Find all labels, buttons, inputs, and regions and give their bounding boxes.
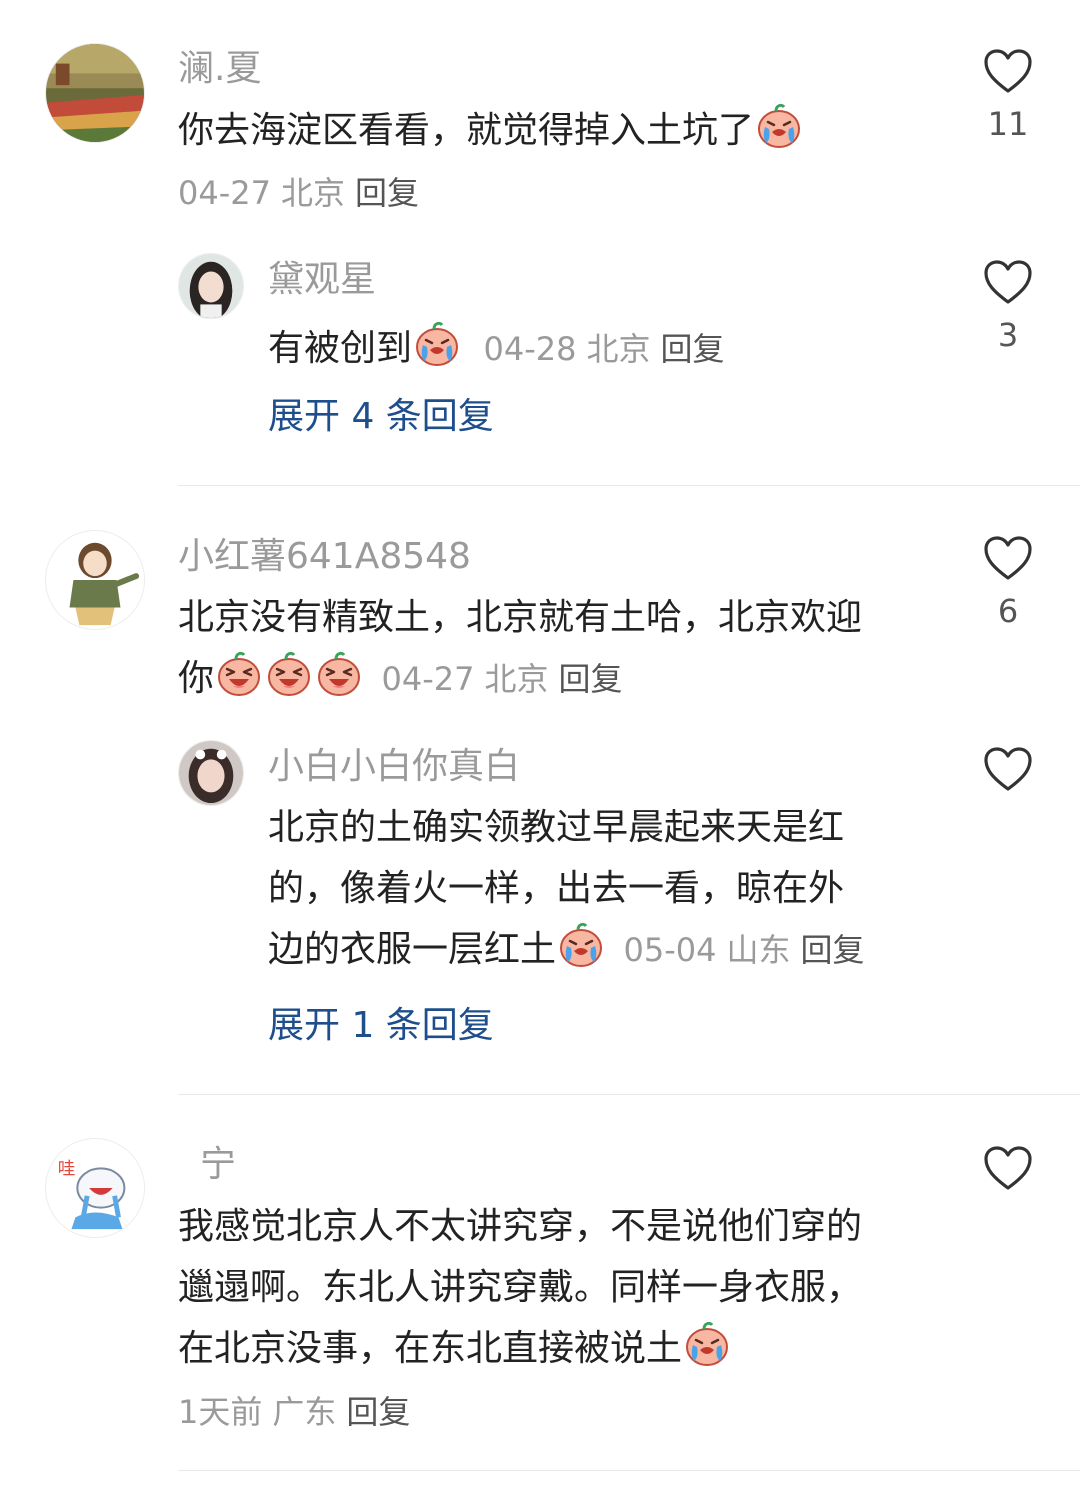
landscape-avatar-icon bbox=[46, 44, 144, 142]
username[interactable]: 宁 bbox=[200, 1143, 236, 1187]
reply-avatar[interactable] bbox=[178, 740, 244, 806]
comment-text: 我感觉北京人不太讲究穿，不是说他们穿的 邋遢啊。东北人讲究穿戴。同样一身衣服， … bbox=[178, 1196, 958, 1379]
crying-cartoon-avatar-icon: 哇 bbox=[46, 1139, 144, 1237]
laughing-face-emoji-icon bbox=[314, 648, 364, 698]
heart-icon bbox=[983, 746, 1033, 792]
reply-text-line: 边的衣服一层红土 05-04 山东 回复 bbox=[268, 919, 948, 981]
divider bbox=[178, 1094, 1080, 1095]
cartoon-girl-avatar-icon bbox=[46, 531, 144, 629]
comment-date: 04-27 bbox=[178, 174, 271, 212]
comment-text: 你去海淀区看看，就觉得掉入土坑了 bbox=[178, 100, 938, 161]
crying-face-emoji-icon bbox=[412, 318, 462, 368]
divider bbox=[178, 485, 1080, 486]
reply-text: 有被创到 04-28 北京 回复 bbox=[268, 318, 724, 371]
reply-button[interactable]: 回复 bbox=[558, 660, 622, 698]
like-button[interactable] bbox=[978, 1145, 1038, 1191]
reply-location: 山东 bbox=[726, 931, 791, 969]
reply-button[interactable]: 回复 bbox=[800, 931, 864, 969]
reply-date: 05-04 bbox=[623, 931, 717, 969]
reply-text-line: 北京的土确实领教过早晨起来天是红 bbox=[268, 807, 845, 848]
reply-text-line: 的，像着火一样，出去一看，晾在外 bbox=[268, 868, 845, 909]
comment-text-line: 你 04-27 北京 回复 bbox=[178, 648, 958, 710]
comment-text-line: 在北京没事，在东北直接被说土 bbox=[178, 1318, 958, 1379]
crying-face-emoji-icon bbox=[682, 1318, 732, 1368]
reply-username[interactable]: 小白小白你真白 bbox=[268, 745, 520, 789]
reply-date: 04-28 bbox=[483, 330, 577, 368]
comment-text: 北京没有精致土，北京就有土哈，北京欢迎 你 04-27 北京 回复 bbox=[178, 587, 958, 710]
reply-button[interactable]: 回复 bbox=[355, 174, 419, 212]
girl-photo-avatar-icon bbox=[179, 741, 243, 805]
reply-text-body: 有被创到 bbox=[268, 328, 413, 369]
reply-username[interactable]: 黛观星 bbox=[268, 258, 376, 302]
comment-text-line: 邋遢啊。东北人讲究穿戴。同样一身衣服， bbox=[178, 1267, 863, 1308]
girl-photo-avatar-icon bbox=[179, 254, 243, 318]
comment-text-line: 我感觉北京人不太讲究穿，不是说他们穿的 bbox=[178, 1206, 863, 1247]
comment-date: 04-27 bbox=[381, 660, 475, 698]
user-avatar[interactable] bbox=[45, 43, 145, 143]
heart-icon bbox=[983, 259, 1033, 305]
crying-face-emoji-icon bbox=[754, 100, 804, 150]
expand-replies-button[interactable]: 展开 4 条回复 bbox=[268, 395, 494, 439]
comment-location: 北京 bbox=[484, 660, 549, 698]
laughing-face-emoji-icon bbox=[214, 648, 264, 698]
avatar-text: 哇 bbox=[58, 1158, 76, 1179]
heart-icon bbox=[983, 1145, 1033, 1191]
like-count: 11 bbox=[987, 105, 1029, 143]
comment-text-body: 你去海淀区看看，就觉得掉入土坑了 bbox=[178, 110, 755, 151]
reply-text: 北京的土确实领教过早晨起来天是红 的，像着火一样，出去一看，晾在外 边的衣服一层… bbox=[268, 797, 948, 981]
reply-text-body: 边的衣服一层红土 bbox=[268, 929, 557, 970]
user-avatar[interactable] bbox=[45, 530, 145, 630]
comment-meta: 1天前 广东 回复 bbox=[178, 1390, 410, 1434]
reply-button[interactable]: 回复 bbox=[660, 330, 724, 368]
comment-date: 1天前 bbox=[178, 1393, 263, 1431]
like-count: 3 bbox=[997, 316, 1019, 354]
username[interactable]: 澜.夏 bbox=[178, 47, 261, 91]
laughing-face-emoji-icon bbox=[264, 648, 314, 698]
crying-face-emoji-icon bbox=[556, 919, 606, 969]
comment-text-body: 你 bbox=[178, 658, 215, 699]
expand-replies-button[interactable]: 展开 1 条回复 bbox=[268, 1004, 494, 1048]
reply-button[interactable]: 回复 bbox=[346, 1393, 410, 1431]
user-avatar[interactable]: 哇 bbox=[45, 1138, 145, 1238]
comment-location: 广东 bbox=[272, 1393, 337, 1431]
comment-text-body: 在北京没事，在东北直接被说土 bbox=[178, 1328, 683, 1369]
reply-avatar[interactable] bbox=[178, 253, 244, 319]
comment-text-line: 北京没有精致土，北京就有土哈，北京欢迎 bbox=[178, 597, 863, 638]
divider bbox=[178, 1470, 1080, 1471]
reply-location: 北京 bbox=[586, 330, 651, 368]
username[interactable]: 小红薯641A8548 bbox=[178, 535, 471, 579]
comment-meta: 04-27 北京 回复 bbox=[178, 171, 419, 215]
like-button[interactable]: 3 bbox=[978, 259, 1038, 355]
heart-icon bbox=[983, 535, 1033, 581]
like-button[interactable]: 6 bbox=[978, 535, 1038, 631]
comment-location: 北京 bbox=[280, 174, 345, 212]
like-button[interactable] bbox=[978, 746, 1038, 792]
like-count: 6 bbox=[997, 592, 1019, 630]
like-button[interactable]: 11 bbox=[978, 48, 1038, 144]
heart-icon bbox=[983, 48, 1033, 94]
